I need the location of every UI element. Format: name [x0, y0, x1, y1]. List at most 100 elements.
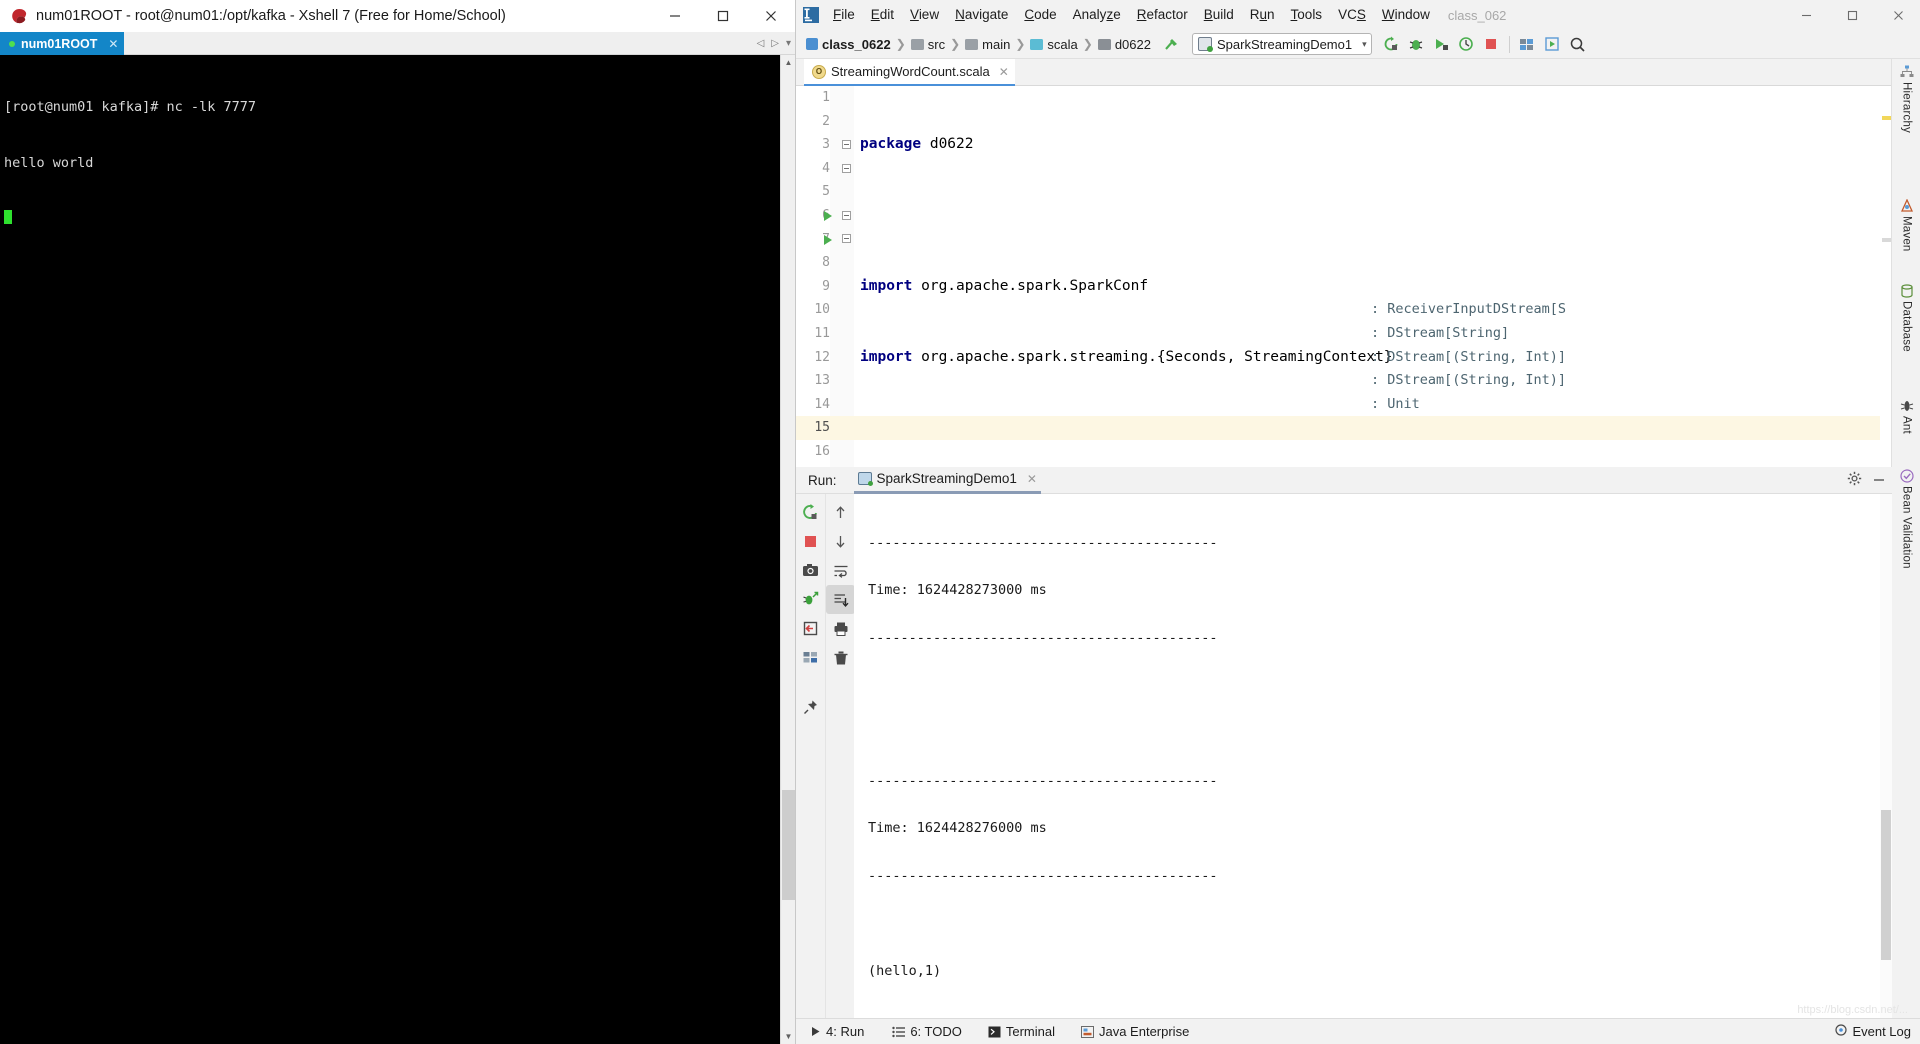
breadcrumb-item-project[interactable]: class_0622 — [806, 37, 891, 52]
close-icon[interactable]: ✕ — [999, 65, 1009, 79]
xshell-minimize-button[interactable] — [651, 0, 699, 32]
thread-dump-icon[interactable] — [796, 585, 825, 614]
breadcrumb-item-main[interactable]: main — [965, 37, 1010, 52]
debug-button[interactable] — [1404, 32, 1429, 57]
pin-icon[interactable] — [796, 692, 825, 721]
clear-all-icon[interactable] — [826, 643, 855, 672]
profile-button[interactable] — [1454, 32, 1479, 57]
fold-marker[interactable] — [842, 210, 851, 220]
run-actions-column — [796, 494, 825, 1027]
line-number: 13 — [814, 373, 830, 389]
run-configuration-selector[interactable]: SparkStreamingDemo1 ▾ — [1191, 33, 1372, 55]
console-icon[interactable] — [796, 614, 825, 643]
status-item-java-enterprise[interactable]: Java Enterprise — [1080, 1024, 1189, 1039]
menu-analyze[interactable]: Analyze — [1065, 0, 1129, 30]
run-with-coverage-button[interactable] — [1429, 32, 1454, 57]
status-item-event-log[interactable]: Event Log — [1835, 1024, 1911, 1039]
status-item-run[interactable]: 4: Run — [810, 1024, 864, 1039]
print-icon[interactable] — [826, 614, 855, 643]
menu-tools[interactable]: Tools — [1283, 0, 1331, 30]
tool-window-ant[interactable]: Ant — [1892, 399, 1920, 434]
menu-view[interactable]: View — [902, 0, 947, 30]
tab-list-icon[interactable]: ▾ — [786, 38, 791, 49]
scrollbar-thumb[interactable] — [782, 790, 795, 900]
menu-bar: File Edit View Navigate Code Analyze Ref… — [796, 0, 1920, 30]
tool-window-bean-validation[interactable]: Bean Validation — [1892, 469, 1920, 569]
idea-minimize-button[interactable] — [1783, 0, 1829, 30]
scroll-down-icon[interactable] — [826, 527, 855, 556]
rerun-button[interactable] — [1379, 32, 1404, 57]
fold-marker[interactable] — [842, 163, 851, 173]
line-number: 3 — [822, 137, 830, 153]
menu-window[interactable]: Window — [1374, 0, 1438, 30]
xshell-logo-icon — [11, 8, 28, 25]
soft-wrap-icon[interactable] — [826, 556, 855, 585]
rerun-icon[interactable] — [796, 498, 825, 527]
layout-icon[interactable] — [796, 643, 825, 672]
run-object-gutter-icon[interactable] — [824, 211, 832, 221]
menu-code[interactable]: Code — [1016, 0, 1064, 30]
editor-tab-streamingwordcount[interactable]: O StreamingWordCount.scala ✕ — [804, 59, 1015, 86]
editor-body[interactable]: 1 2 3 4 5 6 7 8 9 10 11 12 13 14 15 16 1 — [796, 86, 1892, 482]
gear-icon[interactable] — [1847, 471, 1862, 491]
tab-prev-icon[interactable]: ◁ — [757, 38, 765, 49]
update-project-button[interactable] — [1540, 32, 1565, 57]
minimize-icon[interactable] — [1872, 471, 1886, 490]
menu-refactor[interactable]: Refactor — [1129, 0, 1196, 30]
breadcrumb-item-package[interactable]: d0622 — [1097, 37, 1151, 52]
tool-window-maven[interactable]: Maven — [1892, 199, 1920, 252]
menu-run[interactable]: Run — [1242, 0, 1283, 30]
scroll-up-icon[interactable] — [826, 498, 855, 527]
idea-maximize-button[interactable] — [1829, 0, 1875, 30]
scroll-to-end-icon[interactable] — [826, 585, 855, 614]
xshell-close-button[interactable] — [747, 0, 795, 32]
menu-navigate[interactable]: Navigate — [947, 0, 1016, 30]
change-marker[interactable] — [1882, 238, 1891, 242]
xshell-maximize-button[interactable] — [699, 0, 747, 32]
run-tab-icon — [857, 472, 873, 486]
bean-validation-icon — [1899, 469, 1914, 483]
line-number: 1 — [822, 90, 830, 105]
console-scrollbar[interactable] — [1880, 494, 1892, 1027]
fold-marker[interactable] — [842, 234, 851, 244]
scroll-down-icon[interactable]: ▼ — [781, 1029, 796, 1044]
menu-edit[interactable]: Edit — [863, 0, 902, 30]
tool-window-hierarchy[interactable]: Hierarchy — [1892, 65, 1920, 133]
terminal-scrollbar[interactable]: ▲ ▼ — [780, 55, 795, 1044]
status-item-terminal[interactable]: Terminal — [988, 1024, 1055, 1039]
breadcrumb-item-scala[interactable]: scala — [1030, 37, 1078, 52]
status-item-todo[interactable]: 6: TODO — [892, 1024, 962, 1039]
run-tab-sparkstreamingdemo1[interactable]: SparkStreamingDemo1 ✕ — [853, 467, 1041, 494]
run-main-gutter-icon[interactable] — [824, 234, 832, 245]
breadcrumb-label: class_0622 — [822, 36, 891, 52]
xshell-tab-nav: ◁ ▷ ▾ — [757, 32, 791, 55]
screenshot-icon[interactable] — [796, 556, 825, 585]
tab-next-icon[interactable]: ▷ — [771, 38, 779, 49]
chevron-down-icon[interactable]: ▾ — [1362, 39, 1367, 50]
terminal-output[interactable]: [root@num01 kafka]# nc -lk 7777 hello wo… — [0, 55, 780, 1044]
console-output[interactable]: ----------------------------------------… — [854, 494, 1880, 1027]
console-line: Time: 1624428273000 ms — [868, 582, 1047, 599]
menu-vcs[interactable]: VCS — [1330, 0, 1374, 30]
close-icon[interactable]: ✕ — [108, 37, 118, 51]
scroll-up-icon[interactable]: ▲ — [781, 55, 796, 70]
warning-marker[interactable] — [1882, 116, 1891, 120]
stop-icon[interactable] — [796, 527, 825, 556]
breadcrumb-item-src[interactable]: src — [910, 36, 946, 52]
scrollbar-thumb[interactable] — [1881, 810, 1891, 960]
breadcrumb-label: src — [927, 36, 946, 52]
project-structure-button[interactable] — [1515, 32, 1540, 57]
fold-marker[interactable] — [842, 140, 851, 149]
run-tool-window: Run: SparkStreamingDemo1 ✕ -------------… — [796, 467, 1892, 1027]
build-project-button[interactable] — [1159, 32, 1184, 57]
close-icon[interactable]: ✕ — [1027, 472, 1037, 486]
status-item-label: 6: TODO — [910, 1024, 962, 1039]
stop-button[interactable] — [1479, 32, 1504, 57]
search-everywhere-button[interactable] — [1565, 32, 1590, 57]
idea-close-button[interactable] — [1875, 0, 1920, 30]
tool-window-database[interactable]: Database — [1892, 284, 1920, 352]
menu-build[interactable]: Build — [1196, 0, 1242, 30]
menu-file[interactable]: File — [825, 0, 863, 30]
xshell-session-tab[interactable]: num01ROOT ✕ — [0, 32, 125, 55]
